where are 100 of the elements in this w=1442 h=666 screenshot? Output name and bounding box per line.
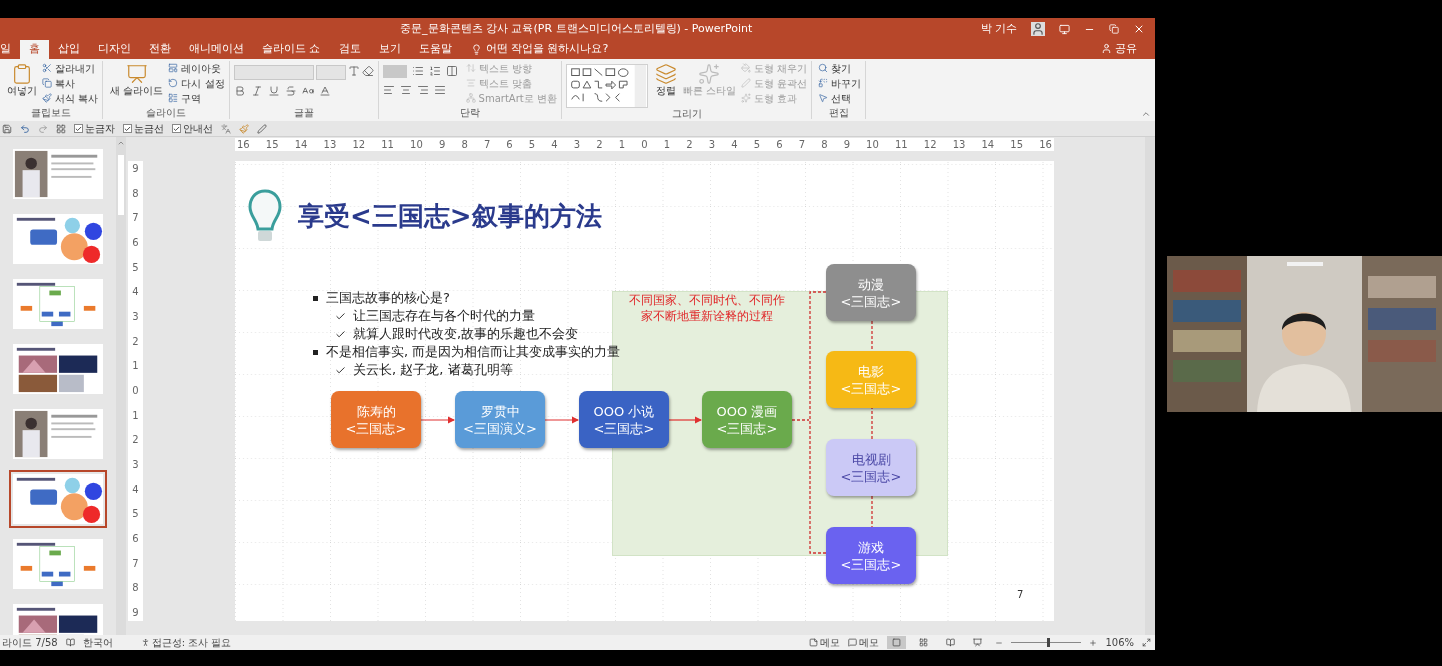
group-label: 클립보드 [30, 107, 73, 119]
paintbrush-icon [42, 93, 52, 103]
group-label: 글꼴 [292, 107, 315, 119]
check-icon [335, 310, 346, 322]
ribbon-button[interactable]: 복사 [42, 76, 99, 90]
copy-icon [42, 78, 52, 88]
strikethrough-icon[interactable] [284, 85, 297, 97]
process-box: 陈寿的 <三国志> [331, 391, 421, 448]
italic-icon[interactable] [250, 85, 263, 97]
ribbon-button[interactable]: 찾기 [818, 61, 862, 75]
case-icon[interactable] [301, 85, 314, 97]
note-icon [809, 638, 819, 647]
comments-button[interactable]: 메모 [848, 635, 880, 650]
language-label[interactable]: 한국어 [82, 635, 113, 650]
restore-icon[interactable] [1109, 24, 1119, 34]
bold-icon[interactable] [233, 85, 246, 97]
group-label: 단락 [458, 107, 481, 119]
ribbon-tab[interactable]: 삽입 [49, 40, 89, 59]
bullet-icon [313, 295, 318, 301]
scrollbar[interactable] [1145, 137, 1155, 635]
layout-icon [168, 63, 179, 73]
ribbon-tab[interactable]: 검토 [329, 40, 370, 59]
clear-format-icon[interactable] [361, 65, 374, 77]
bullets-icon[interactable] [411, 65, 424, 77]
check-icon [75, 124, 82, 133]
scroll-up-icon[interactable] [117, 139, 125, 147]
annotation-text: 不同国家、不同时代、不同作 家不断地重新诠释的过程 [628, 292, 786, 324]
zoom-in-icon[interactable] [1089, 638, 1098, 647]
ribbon-button[interactable]: 선택 [818, 91, 862, 105]
ribbon-button[interactable]: 구역 [168, 91, 225, 105]
tell-me-field[interactable]: 어떤 작업을 원하시나요? [485, 41, 656, 58]
zoom-level[interactable]: 106% [1105, 635, 1134, 650]
spellcheck-icon[interactable] [65, 638, 75, 647]
ribbon-tab[interactable]: 디자인 [89, 40, 140, 59]
view-checkbox[interactable]: 눈금선 [123, 121, 164, 136]
numbering-icon[interactable] [428, 65, 441, 77]
normal-view-icon [892, 638, 902, 647]
justify-icon[interactable] [433, 84, 446, 96]
pen-icon[interactable] [257, 123, 267, 134]
ribbon-tab[interactable]: 일 [0, 40, 20, 59]
view-checkbox[interactable]: 안내선 [172, 121, 213, 136]
collapse-ribbon-icon[interactable] [1141, 109, 1151, 119]
bullet-icon [313, 349, 318, 355]
ribbon-button[interactable]: 레이아웃 [168, 61, 225, 75]
ribbon-button[interactable]: 정렬 [651, 61, 680, 97]
replace-icon [818, 78, 829, 88]
ribbon-tab[interactable]: 전환 [140, 40, 180, 59]
close-icon[interactable] [1133, 23, 1145, 35]
font-color-icon[interactable] [318, 85, 331, 97]
group-label: 슬라이드 [144, 107, 187, 119]
slide-title: 享受<三国志>叙事的方法 [298, 200, 602, 233]
ribbon-button[interactable]: 잘라내기 [42, 61, 99, 75]
ribbon-button[interactable]: 여넣기 [4, 61, 40, 97]
ribbon-button[interactable]: 새 슬라이드 [107, 61, 167, 97]
check-icon [124, 124, 131, 133]
font-size-field[interactable] [315, 65, 346, 80]
ribbon-tab[interactable]: 홈 [20, 40, 49, 59]
align-left-icon[interactable] [382, 84, 395, 96]
share-button[interactable]: 공유 [1101, 40, 1137, 57]
ribbon-tab[interactable]: 슬라이드 쇼 [253, 40, 330, 59]
process-box: OOO 小说 <三国志> [579, 391, 669, 448]
search-icon [818, 63, 829, 73]
style-icon [698, 63, 721, 85]
paintbrush-icon[interactable] [239, 123, 249, 134]
scrollbar[interactable] [116, 137, 126, 635]
window-title: 중문_문화콘텐츠 강사 교육(PR 트랜스미디어스토리텔링) - PowerPoint [400, 20, 753, 37]
view-button[interactable] [887, 636, 907, 649]
align-center-icon[interactable] [399, 84, 412, 96]
reset-icon [168, 78, 179, 88]
connector-arrow [420, 416, 456, 424]
fit-slide-icon[interactable] [1142, 638, 1151, 647]
view-checkbox[interactable]: 눈금자 [74, 121, 115, 136]
undo-icon[interactable] [20, 123, 30, 134]
bullet-text: 三国志故事的核心是? [326, 289, 450, 307]
check-icon [335, 328, 346, 340]
grow-font-icon[interactable] [347, 65, 360, 77]
pen-icon [741, 78, 752, 88]
font-name-field[interactable] [233, 65, 314, 80]
ribbon-tab[interactable]: 애니메이션 [180, 40, 253, 59]
view-icon[interactable] [56, 123, 66, 134]
shapes-gallery[interactable] [565, 64, 648, 108]
columns-icon[interactable] [445, 65, 458, 77]
ribbon-display-icon[interactable] [1059, 23, 1070, 35]
slide-icon [125, 63, 148, 85]
save-icon[interactable] [2, 123, 12, 134]
ribbon-tab[interactable]: 도움말 [409, 40, 461, 59]
underline-icon[interactable] [267, 85, 280, 97]
ribbon-button[interactable]: 다시 설정 [168, 76, 225, 90]
accessibility-button[interactable]: 접근성: 조사 필요 [140, 635, 232, 650]
align-right-icon[interactable] [416, 84, 429, 96]
ribbon-button[interactable]: 서식 복사 [42, 91, 99, 105]
ribbon-tab[interactable]: 보기 [369, 40, 410, 59]
avatar-icon[interactable] [1031, 22, 1045, 36]
section-icon [168, 93, 179, 103]
ribbon-button[interactable]: 바꾸기 [818, 76, 862, 90]
notes-button[interactable]: 메모 [809, 635, 841, 650]
symbol-icon[interactable] [221, 123, 231, 134]
clipboard-icon [11, 63, 33, 85]
process-box: OOO 漫画 <三国志> [702, 391, 792, 448]
pointer-icon [818, 93, 829, 103]
